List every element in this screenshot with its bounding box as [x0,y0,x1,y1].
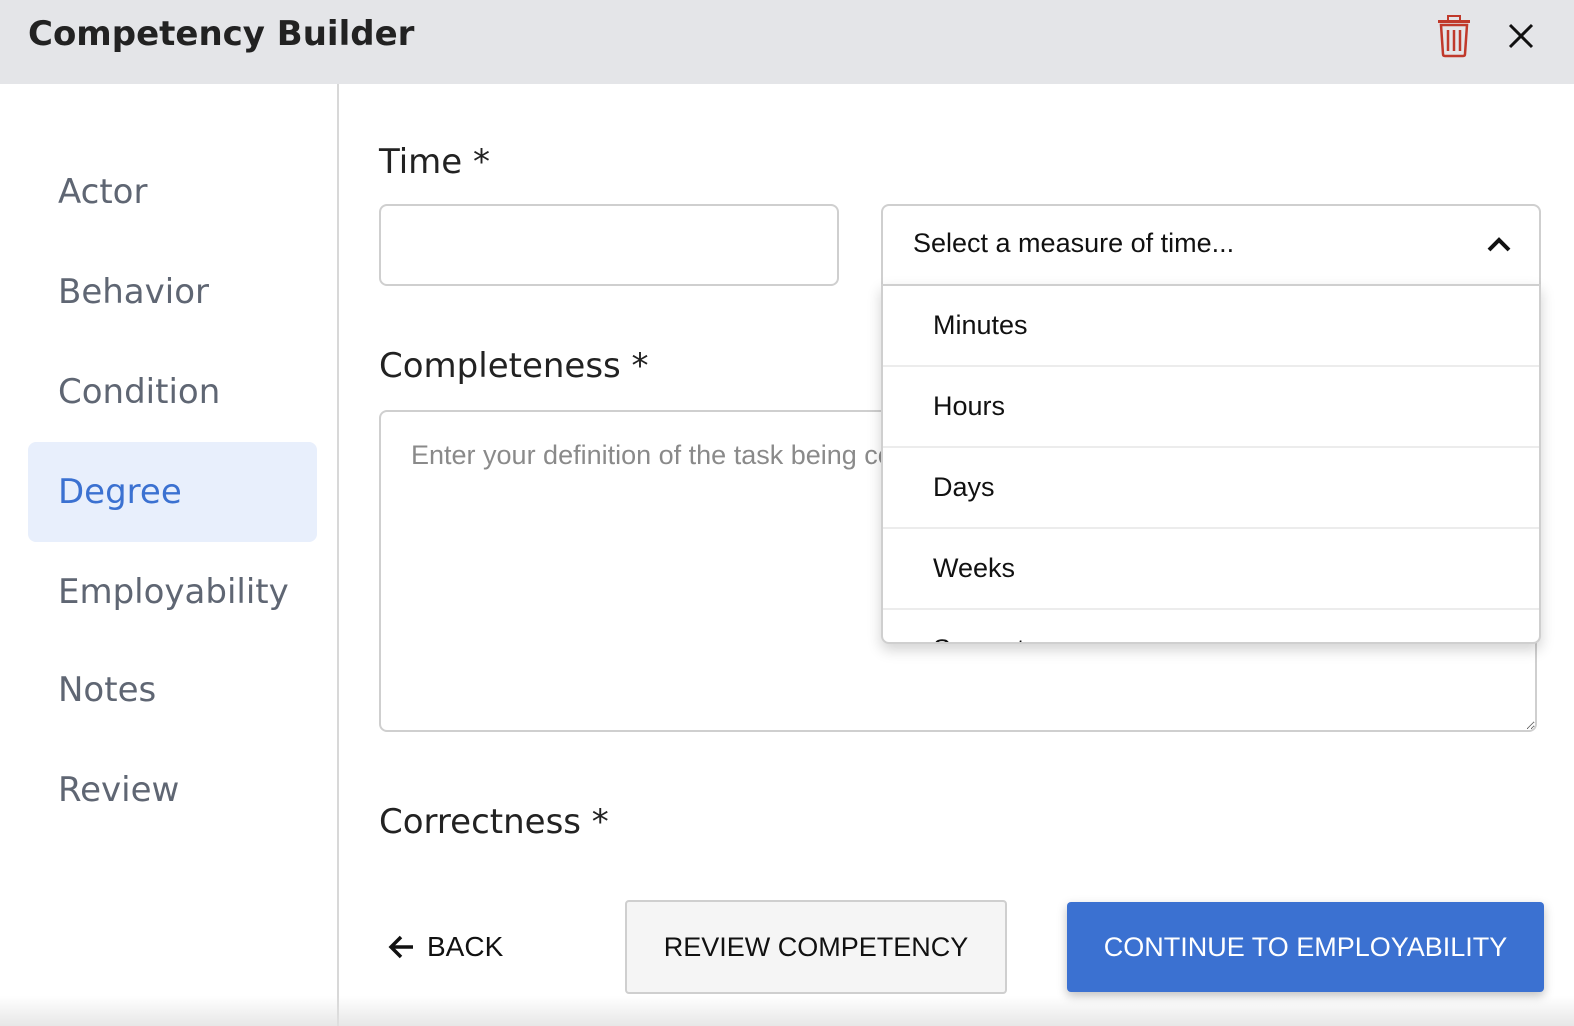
sidebar-item-notes[interactable]: Notes [28,640,317,740]
time-measure-dropdown: Minutes Hours Days Weeks Semesters [881,284,1541,644]
completeness-label: Completeness * [379,346,649,386]
option-days[interactable]: Days [883,448,1539,529]
review-label: REVIEW COMPETENCY [663,931,969,962]
select-placeholder: Select a measure of time... [913,228,1235,258]
sidebar-item-condition[interactable]: Condition [28,342,317,442]
sidebar-nav: Actor Behavior Condition Degree Employab… [0,84,339,1026]
sidebar-item-behavior[interactable]: Behavior [28,242,317,342]
correctness-label: Correctness * [379,802,609,842]
arrow-left-icon [388,935,413,959]
degree-form: Time * Select a measure of time... Minut… [339,84,1574,1026]
back-button[interactable]: BACK [387,922,503,972]
sidebar-item-actor[interactable]: Actor [28,142,317,242]
dialog-title: Competency Builder [28,14,415,54]
sidebar-item-review[interactable]: Review [28,740,317,840]
time-amount-input[interactable] [379,204,839,286]
back-label: BACK [427,931,504,962]
option-weeks[interactable]: Weeks [883,529,1539,610]
close-button[interactable] [1500,16,1542,56]
delete-button[interactable] [1434,14,1474,58]
trash-icon [1438,15,1470,58]
time-measure-select[interactable]: Select a measure of time... [881,204,1541,284]
chevron-up-icon [1487,237,1511,252]
close-icon [1508,23,1534,49]
option-minutes[interactable]: Minutes [883,286,1539,367]
review-competency-button[interactable]: REVIEW COMPETENCY [625,900,1007,994]
continue-to-employability-button[interactable]: CONTINUE TO EMPLOYABILITY [1067,902,1544,992]
continue-label: CONTINUE TO EMPLOYABILITY [1103,931,1508,962]
time-label: Time * [379,142,491,182]
option-hours[interactable]: Hours [883,367,1539,448]
option-semesters[interactable]: Semesters [883,610,1539,642]
sidebar-item-employability[interactable]: Employability [28,542,317,642]
sidebar-item-degree[interactable]: Degree [28,442,317,542]
header-bar: Competency Builder [0,0,1574,84]
